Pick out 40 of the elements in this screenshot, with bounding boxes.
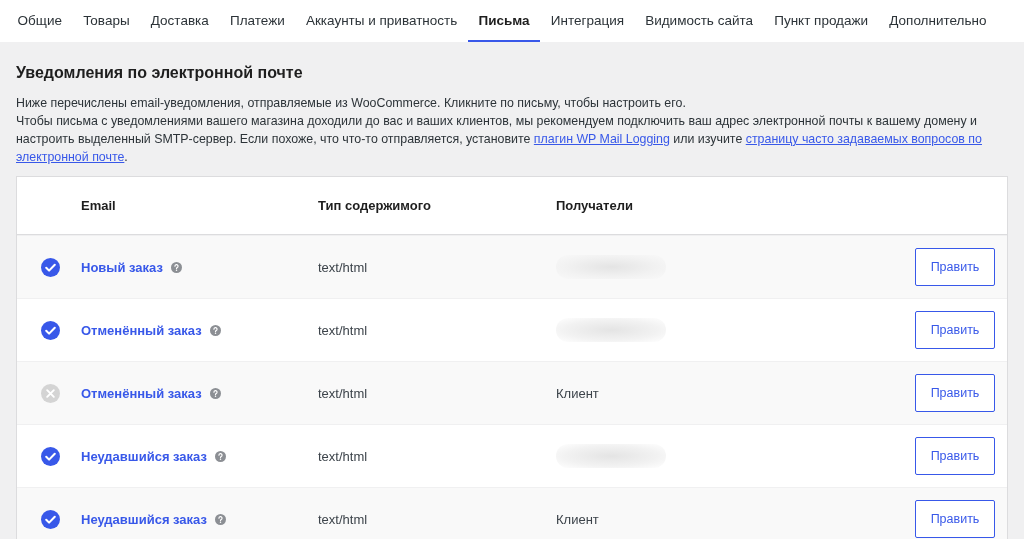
- tab[interactable]: Интеграция: [540, 0, 635, 42]
- column-header: Тип содержимого: [318, 198, 432, 213]
- table-cell: text/html: [318, 449, 368, 464]
- email-link[interactable]: Отменённый заказ: [81, 385, 202, 401]
- help-icon[interactable]: [214, 513, 226, 525]
- column-header: Получатели: [556, 198, 634, 213]
- section-title: Уведомления по электронной почте: [16, 64, 304, 82]
- edit-button[interactable]: Править: [915, 500, 995, 538]
- tab[interactable]: Аккаунты и приватность: [295, 0, 468, 42]
- email-link[interactable]: Отменённый заказ: [81, 322, 202, 338]
- tab[interactable]: Видимость сайта: [634, 0, 764, 42]
- help-icon[interactable]: [170, 261, 182, 273]
- email-link[interactable]: Неудавшийся заказ: [81, 448, 207, 464]
- edit-button[interactable]: Править: [915, 437, 995, 475]
- intro-text: Ниже перечислены email-уведомления, отправляемые из WooCommerce. Кликните по письму, чтобы настроить его.: [16, 95, 687, 112]
- email-link[interactable]: Неудавшийся заказ: [81, 511, 207, 527]
- table-cell: Клиент: [556, 512, 599, 527]
- edit-button[interactable]: Править: [915, 311, 995, 349]
- help-icon[interactable]: [209, 387, 221, 399]
- table-cell: text/html: [318, 512, 368, 527]
- note-text: Чтобы письма с уведомлениями вашего магазина доходили до вас и ваших клиентов, мы рекомендуем подключить ваш адрес электронной почты к вашему домену и настроить выделенный SMTP-сервер. Если похоже, что что-то отправляется, установите плагин WP Mail Logging или изучите страницу часто задаваемых вопросов по электронной почте.: [16, 113, 983, 166]
- help-icon[interactable]: [209, 324, 221, 336]
- column-header: Email: [81, 198, 117, 213]
- table-cell: Клиент: [556, 386, 599, 401]
- table-cell: text/html: [318, 323, 368, 338]
- tab[interactable]: Общие: [7, 0, 73, 42]
- tab[interactable]: Письма: [467, 0, 541, 42]
- link[interactable]: плагин WP Mail Logging: [533, 132, 670, 146]
- table-cell: text/html: [318, 386, 368, 401]
- edit-button[interactable]: Править: [915, 374, 995, 412]
- edit-button[interactable]: Править: [915, 248, 995, 286]
- help-icon[interactable]: [214, 450, 226, 462]
- tab[interactable]: Платежи: [219, 0, 296, 42]
- tab[interactable]: Пункт продажи: [763, 0, 879, 42]
- link[interactable]: страницу часто задаваемых вопросов по: [745, 132, 982, 146]
- tab[interactable]: Доставка: [140, 0, 220, 42]
- email-link[interactable]: Новый заказ: [81, 259, 163, 275]
- table-cell: text/html: [318, 260, 368, 275]
- tab[interactable]: Товары: [72, 0, 141, 42]
- tab[interactable]: Дополнительно: [878, 0, 998, 42]
